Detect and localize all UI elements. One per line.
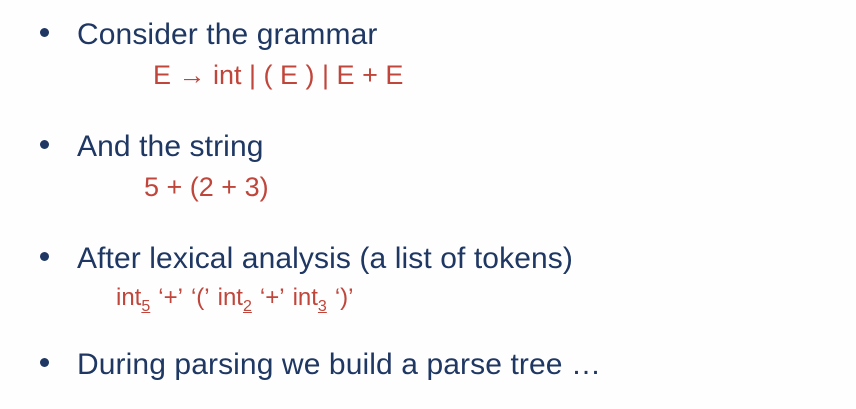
token: int2 [218,284,252,316]
token-text: ‘+’ [259,284,285,311]
bullet-icon [40,28,49,37]
bullet-text: And the string [77,130,264,163]
bullet-item-lexical: After lexical analysis (a list of tokens… [40,242,573,276]
token-text: ‘(’ [190,284,210,311]
token: ‘+’ [260,284,285,312]
token: ‘)’ [335,284,354,312]
slide: Consider the grammar E → int | ( E ) | E… [0,0,856,409]
token: int3 [293,284,327,316]
bullet-item-grammar: Consider the grammar [40,18,377,52]
token-text: int [217,284,243,311]
token-text: ‘)’ [334,284,354,311]
bullet-icon [40,252,49,261]
grammar-rule: E → int | ( E ) | E + E [153,60,404,90]
input-string: 5 + (2 + 3) [144,172,269,202]
token-text: int [292,284,318,311]
bullet-icon [40,358,49,367]
token: int5 [116,284,150,316]
token-subscript: 3 [317,298,327,315]
bullet-text: Consider the grammar [77,18,378,51]
bullet-icon [40,140,49,149]
token: ‘(’ [191,284,210,312]
bullet-item-string: And the string [40,130,264,164]
bullet-text: During parsing we build a parse tree … [77,348,602,381]
token: ‘+’ [158,284,183,312]
token-list: int5 ‘+’ ‘(’ int2 ‘+’ int3 ‘)’ [116,284,361,316]
token-text: ‘+’ [158,284,183,311]
bullet-text: After lexical analysis (a list of tokens… [77,242,573,275]
token-subscript: 2 [242,298,252,315]
token-subscript: 5 [141,298,151,315]
bullet-item-parsing: During parsing we build a parse tree … [40,348,601,382]
token-text: int [116,284,142,311]
